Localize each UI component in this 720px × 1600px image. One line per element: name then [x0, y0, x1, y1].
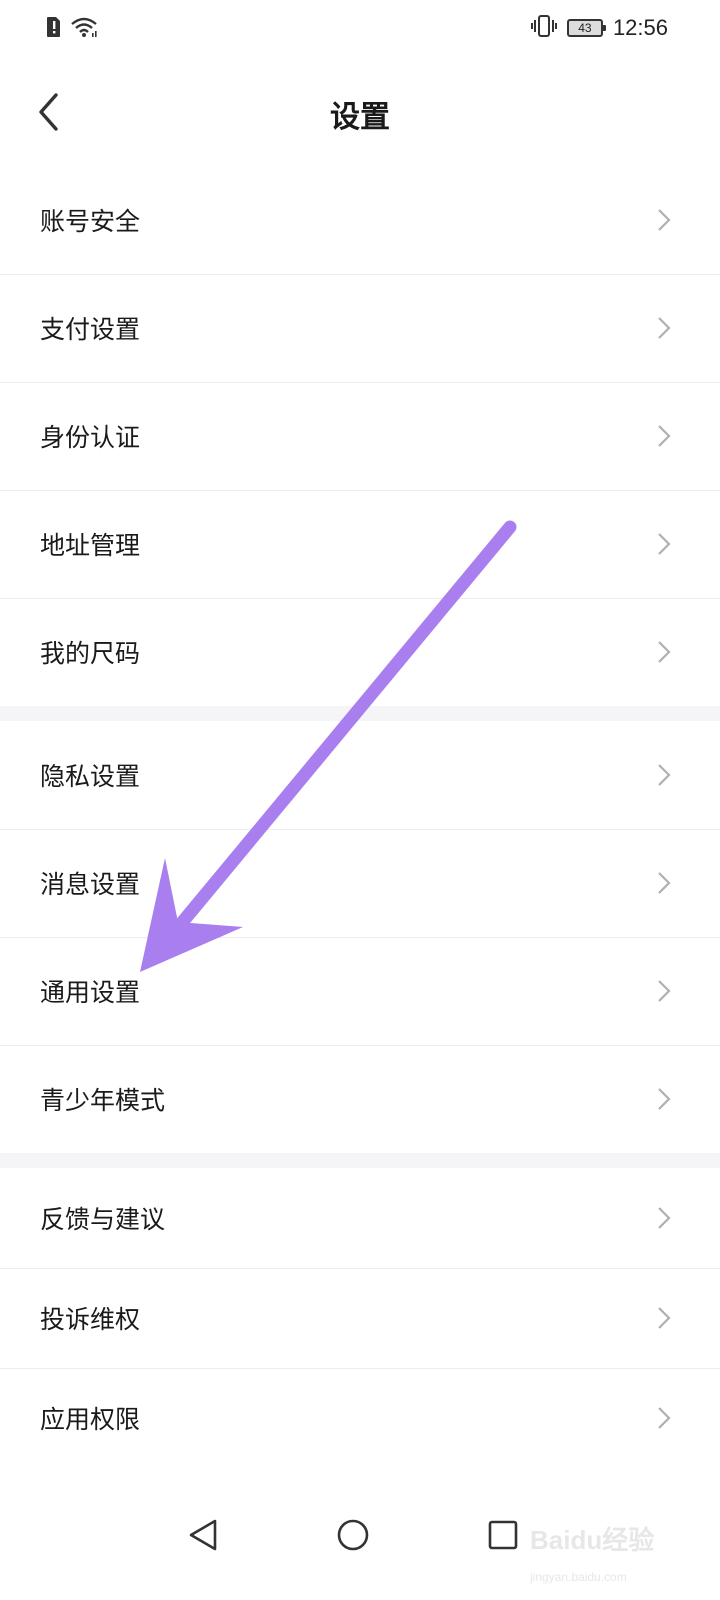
nav-home-button[interactable] — [328, 1510, 378, 1560]
alert-icon — [46, 16, 62, 42]
menu-item-complaint[interactable]: 投诉维权 — [0, 1268, 720, 1368]
battery-level: 43 — [578, 21, 592, 35]
chevron-right-icon — [658, 209, 671, 231]
home-circle-icon — [337, 1519, 369, 1551]
menu-item-my-size[interactable]: 我的尺码 — [0, 598, 720, 706]
menu-group-account: 账号安全 支付设置 身份认证 地址管理 我的尺码 — [0, 166, 720, 706]
vibrate-icon — [530, 14, 557, 42]
chevron-right-icon — [658, 980, 671, 1002]
menu-group-preferences: 隐私设置 消息设置 通用设置 青少年模式 — [0, 721, 720, 1153]
chevron-right-icon — [658, 317, 671, 339]
status-bar: 43 12:56 — [0, 0, 720, 62]
menu-item-privacy-settings[interactable]: 隐私设置 — [0, 721, 720, 829]
menu-item-label: 支付设置 — [40, 315, 141, 344]
menu-item-app-permissions[interactable]: 应用权限 — [0, 1368, 720, 1468]
chevron-right-icon — [658, 1407, 671, 1429]
status-right: 43 12:56 — [530, 14, 668, 42]
wifi-icon — [70, 16, 98, 42]
menu-item-label: 隐私设置 — [40, 762, 141, 791]
menu-item-label: 身份认证 — [40, 423, 141, 452]
header: 设置 — [0, 62, 720, 166]
menu-item-label: 青少年模式 — [40, 1086, 166, 1115]
page-title: 设置 — [330, 100, 390, 135]
chevron-right-icon — [658, 764, 671, 786]
menu-item-label: 我的尺码 — [40, 639, 141, 668]
menu-item-teen-mode[interactable]: 青少年模式 — [0, 1045, 720, 1153]
menu-item-label: 通用设置 — [40, 978, 141, 1007]
watermark-text: Baidu经验 — [530, 1525, 655, 1555]
watermark: Baidu经验 jingyan.baidu.com — [530, 1500, 680, 1590]
menu-item-general-settings[interactable]: 通用设置 — [0, 937, 720, 1045]
chevron-right-icon — [658, 641, 671, 663]
battery-icon: 43 — [566, 19, 606, 37]
nav-back-button[interactable] — [178, 1510, 228, 1560]
nav-recents-button[interactable] — [478, 1510, 528, 1560]
menu-item-label: 消息设置 — [40, 870, 141, 899]
status-left — [46, 16, 98, 42]
chevron-right-icon — [658, 1307, 671, 1329]
chevron-right-icon — [658, 533, 671, 555]
menu-item-label: 应用权限 — [40, 1405, 141, 1434]
menu-item-address-management[interactable]: 地址管理 — [0, 490, 720, 598]
status-time: 12:56 — [612, 15, 668, 40]
menu-item-label: 投诉维权 — [40, 1305, 141, 1334]
back-triangle-icon — [189, 1519, 217, 1551]
menu-item-label: 反馈与建议 — [40, 1205, 166, 1234]
menu-item-identity-verification[interactable]: 身份认证 — [0, 382, 720, 490]
section-divider — [0, 1153, 720, 1168]
chevron-right-icon — [658, 1207, 671, 1229]
watermark-sub: jingyan.baidu.com — [530, 1570, 627, 1584]
menu-item-label: 账号安全 — [40, 207, 141, 236]
settings-menu: 账号安全 支付设置 身份认证 地址管理 我的尺码 隐私设置 消息设置 通用设置 … — [0, 166, 720, 1468]
section-divider — [0, 706, 720, 721]
menu-item-account-security[interactable]: 账号安全 — [0, 166, 720, 274]
chevron-right-icon — [658, 1088, 671, 1110]
menu-item-message-settings[interactable]: 消息设置 — [0, 829, 720, 937]
menu-item-label: 地址管理 — [40, 531, 141, 560]
menu-item-payment-settings[interactable]: 支付设置 — [0, 274, 720, 382]
recents-square-icon — [488, 1520, 518, 1550]
menu-item-feedback[interactable]: 反馈与建议 — [0, 1168, 720, 1268]
chevron-right-icon — [658, 425, 671, 447]
chevron-right-icon — [658, 872, 671, 894]
menu-group-support: 反馈与建议 投诉维权 应用权限 — [0, 1168, 720, 1468]
